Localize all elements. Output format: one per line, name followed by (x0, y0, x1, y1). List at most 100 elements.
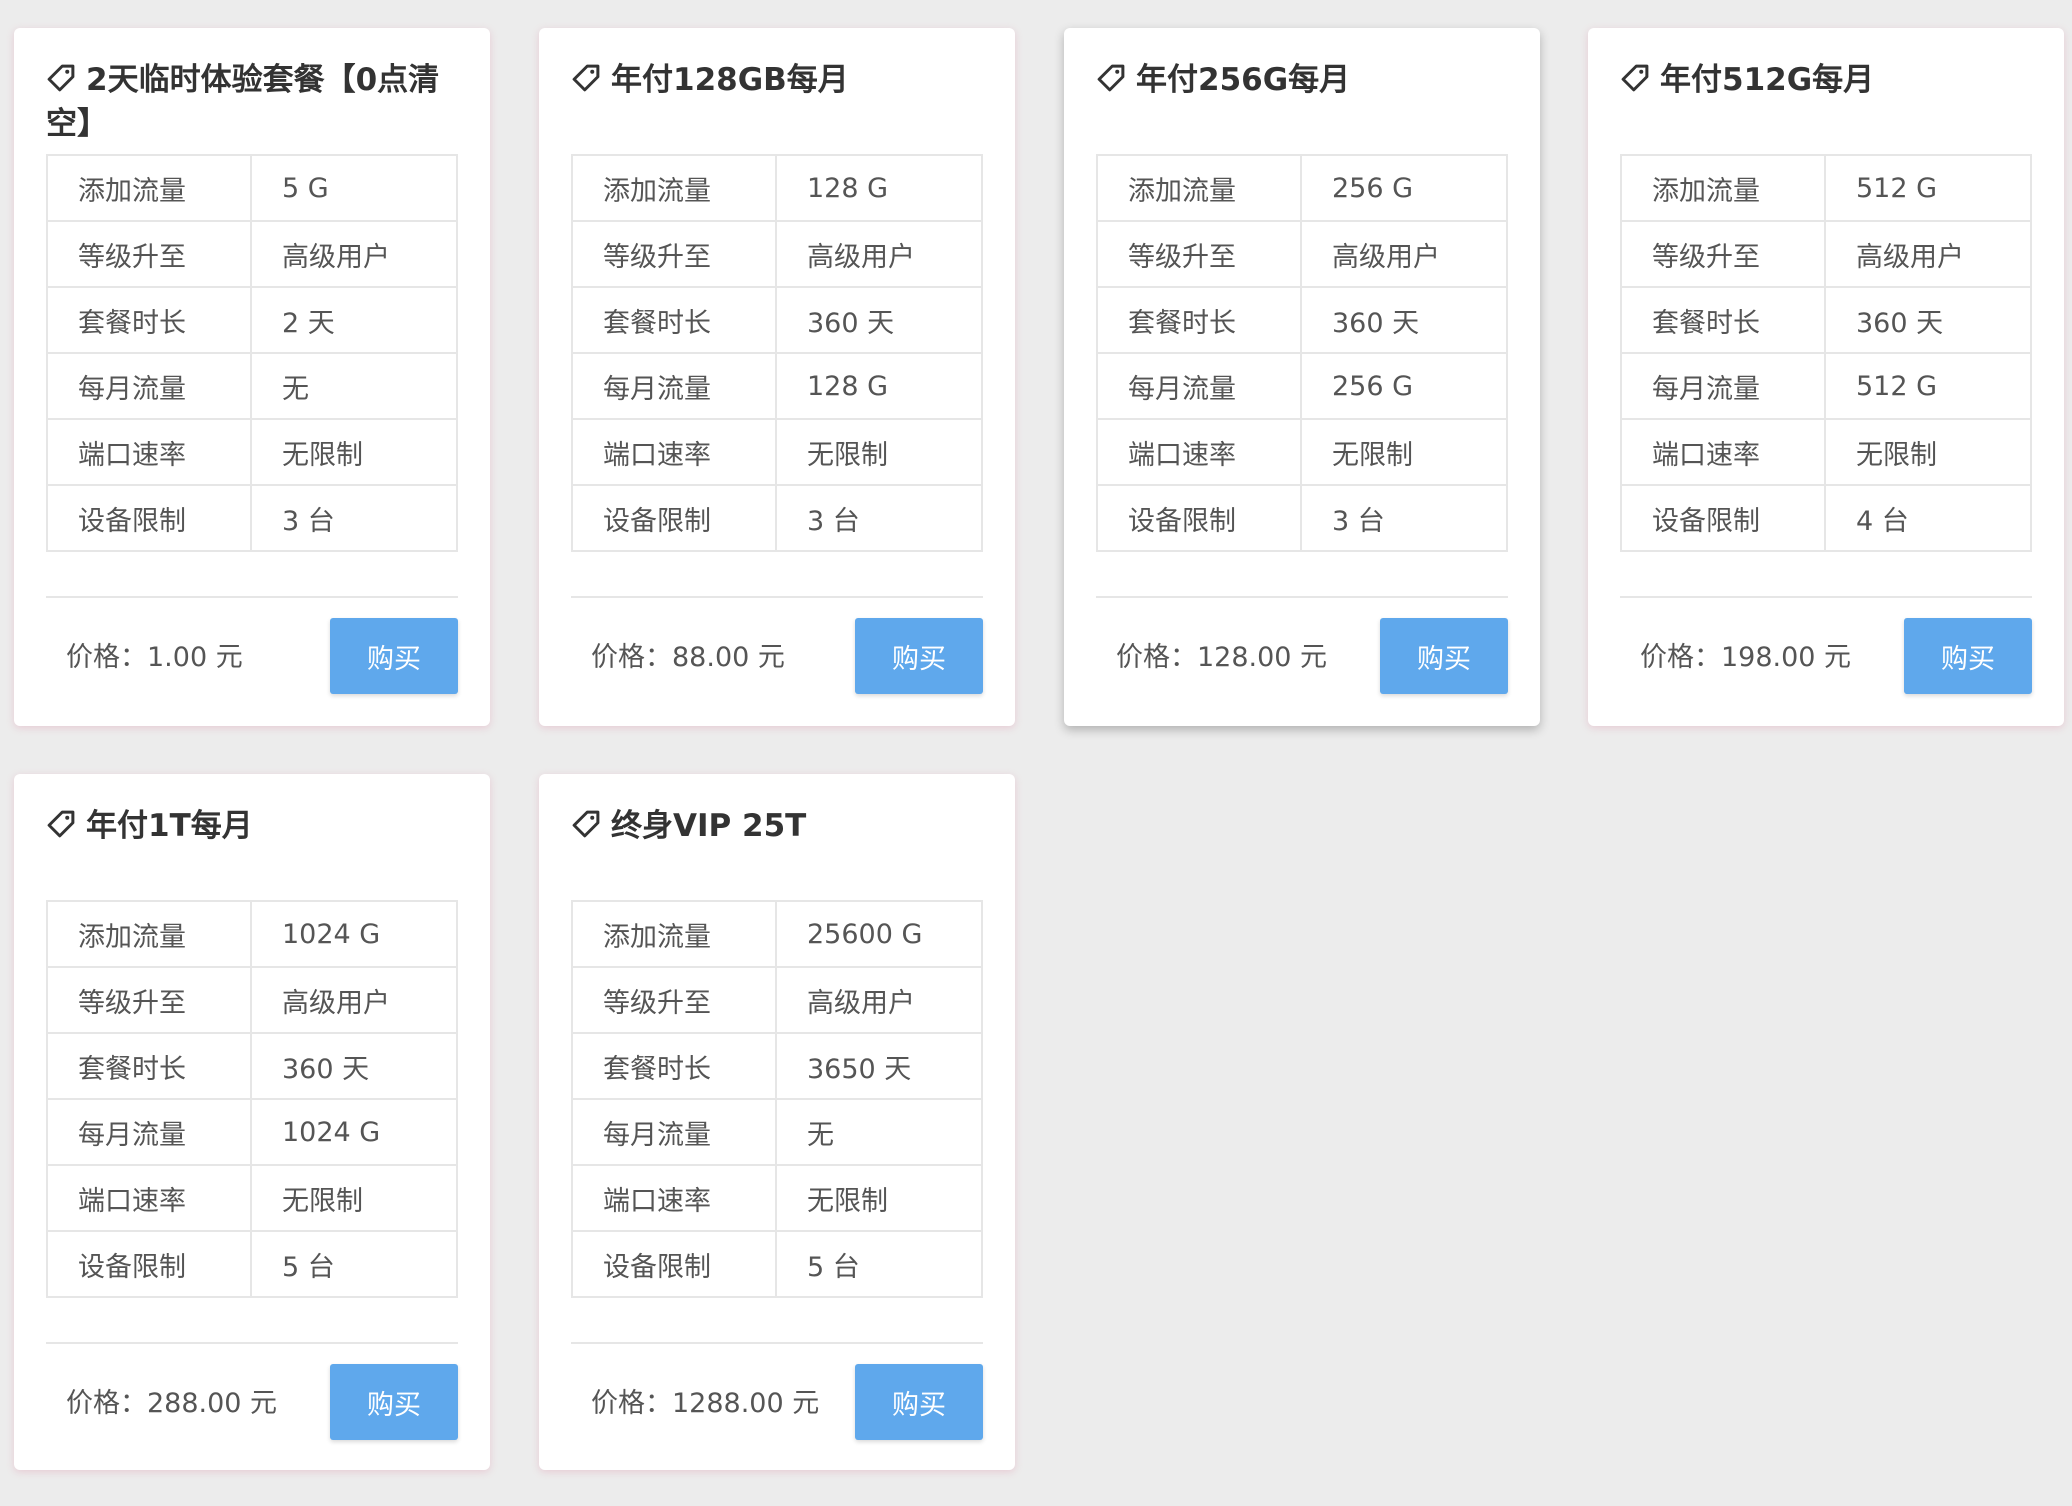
spec-value: 2 天 (250, 286, 458, 354)
spec-value: 3 台 (775, 484, 983, 552)
spec-label: 端口速率 (571, 418, 777, 486)
divider (571, 596, 983, 598)
spec-value: 无限制 (1824, 418, 2032, 486)
spec-value: 256 G (1300, 154, 1508, 222)
table-row: 每月流量 128 G (571, 352, 983, 420)
plan-price: 价格：288.00 元 (66, 1388, 278, 1419)
spec-value: 360 天 (250, 1032, 458, 1100)
plan-spec-table: 添加流量 128 G 等级升至 高级用户 套餐时长 360 天 每月流量 128 G 端… (571, 154, 983, 552)
plan-title-text: 年付128GB每月 (611, 62, 849, 98)
table-row: 等级升至 高级用户 (571, 966, 983, 1034)
table-row: 等级升至 高级用户 (571, 220, 983, 288)
spec-label: 套餐时长 (1620, 286, 1826, 354)
spec-label: 设备限制 (1620, 484, 1826, 552)
plan-title-text: 年付1T每月 (86, 808, 253, 844)
table-row: 设备限制 3 台 (46, 484, 458, 552)
spec-value: 高级用户 (1300, 220, 1508, 288)
spec-value: 高级用户 (250, 220, 458, 288)
spec-label: 设备限制 (1096, 484, 1302, 552)
table-row: 等级升至 高级用户 (1620, 220, 2032, 288)
table-row: 添加流量 256 G (1096, 154, 1508, 222)
spec-label: 等级升至 (46, 966, 252, 1034)
spec-value: 4 台 (1824, 484, 2032, 552)
table-row: 设备限制 5 台 (571, 1230, 983, 1298)
buy-button[interactable]: 购买 (855, 618, 983, 694)
buy-button[interactable]: 购买 (330, 1364, 458, 1440)
plan-price: 价格：198.00 元 (1640, 642, 1852, 673)
spec-label: 每月流量 (1620, 352, 1826, 420)
spec-value: 256 G (1300, 352, 1508, 420)
spec-value: 高级用户 (1824, 220, 2032, 288)
divider (571, 1342, 983, 1344)
table-row: 添加流量 512 G (1620, 154, 2032, 222)
spec-value: 无限制 (250, 1164, 458, 1232)
spec-value: 512 G (1824, 352, 2032, 420)
spec-label: 等级升至 (1620, 220, 1826, 288)
plan-title: 年付512G每月 (1620, 58, 2040, 102)
plan-price: 价格：1.00 元 (66, 642, 243, 673)
spec-value: 1024 G (250, 1098, 458, 1166)
buy-button[interactable]: 购买 (330, 618, 458, 694)
spec-value: 360 天 (1300, 286, 1508, 354)
spec-value: 128 G (775, 352, 983, 420)
table-row: 每月流量 512 G (1620, 352, 2032, 420)
table-row: 端口速率 无限制 (1096, 418, 1508, 486)
table-row: 套餐时长 360 天 (1096, 286, 1508, 354)
divider (46, 1342, 458, 1344)
spec-label: 套餐时长 (1096, 286, 1302, 354)
plan-title: 年付1T每月 (46, 804, 466, 848)
spec-label: 添加流量 (46, 900, 252, 968)
spec-label: 设备限制 (46, 1230, 252, 1298)
plan-price: 价格：1288.00 元 (591, 1388, 820, 1419)
table-row: 端口速率 无限制 (571, 418, 983, 486)
spec-value: 无限制 (775, 418, 983, 486)
table-row: 等级升至 高级用户 (46, 220, 458, 288)
spec-value: 高级用户 (250, 966, 458, 1034)
table-row: 等级升至 高级用户 (1096, 220, 1508, 288)
spec-value: 无限制 (775, 1164, 983, 1232)
tag-icon (572, 810, 600, 838)
table-row: 套餐时长 3650 天 (571, 1032, 983, 1100)
table-row: 添加流量 1024 G (46, 900, 458, 968)
plan-title-text: 年付256G每月 (1136, 62, 1351, 98)
tag-icon (572, 64, 600, 92)
tag-icon (1097, 64, 1125, 92)
spec-value: 高级用户 (775, 966, 983, 1034)
spec-label: 每月流量 (571, 352, 777, 420)
plan-card: 年付256G每月 添加流量 256 G 等级升至 高级用户 套餐时长 360 天 每月… (1064, 28, 1540, 726)
spec-label: 每月流量 (571, 1098, 777, 1166)
plan-spec-table: 添加流量 5 G 等级升至 高级用户 套餐时长 2 天 每月流量无 端口速率 无限制 设… (46, 154, 458, 552)
spec-label: 每月流量 (46, 1098, 252, 1166)
plan-card: 2天临时体验套餐【0点清空】 添加流量 5 G 等级升至 高级用户 套餐时长 2 天 … (14, 28, 490, 726)
plan-title-text: 2天临时体验套餐【0点清空】 (46, 62, 440, 142)
spec-value: 512 G (1824, 154, 2032, 222)
buy-button[interactable]: 购买 (1904, 618, 2032, 694)
plan-spec-table: 添加流量 25600 G 等级升至 高级用户 套餐时长 3650 天 每月流量无 端口… (571, 900, 983, 1298)
spec-label: 添加流量 (1096, 154, 1302, 222)
table-row: 设备限制 3 台 (571, 484, 983, 552)
spec-label: 每月流量 (46, 352, 252, 420)
plan-card: 年付1T每月 添加流量 1024 G 等级升至 高级用户 套餐时长 360 天 每月流… (14, 774, 490, 1470)
tag-icon (47, 810, 75, 838)
table-row: 每月流量 256 G (1096, 352, 1508, 420)
spec-label: 端口速率 (1096, 418, 1302, 486)
plan-title-text: 年付512G每月 (1660, 62, 1875, 98)
buy-button[interactable]: 购买 (1380, 618, 1508, 694)
spec-value: 3 台 (1300, 484, 1508, 552)
plan-card: 年付512G每月 添加流量 512 G 等级升至 高级用户 套餐时长 360 天 每月… (1588, 28, 2064, 726)
table-row: 添加流量 25600 G (571, 900, 983, 968)
spec-value: 3650 天 (775, 1032, 983, 1100)
spec-label: 端口速率 (46, 418, 252, 486)
spec-label: 添加流量 (46, 154, 252, 222)
tag-icon (47, 64, 75, 92)
buy-button[interactable]: 购买 (855, 1364, 983, 1440)
table-row: 添加流量 128 G (571, 154, 983, 222)
table-row: 套餐时长 360 天 (46, 1032, 458, 1100)
table-row: 套餐时长 360 天 (1620, 286, 2032, 354)
spec-label: 设备限制 (571, 484, 777, 552)
table-row: 添加流量 5 G (46, 154, 458, 222)
spec-label: 等级升至 (1096, 220, 1302, 288)
spec-value: 无 (250, 352, 458, 420)
tag-icon (1621, 64, 1649, 92)
table-row: 套餐时长 360 天 (571, 286, 983, 354)
